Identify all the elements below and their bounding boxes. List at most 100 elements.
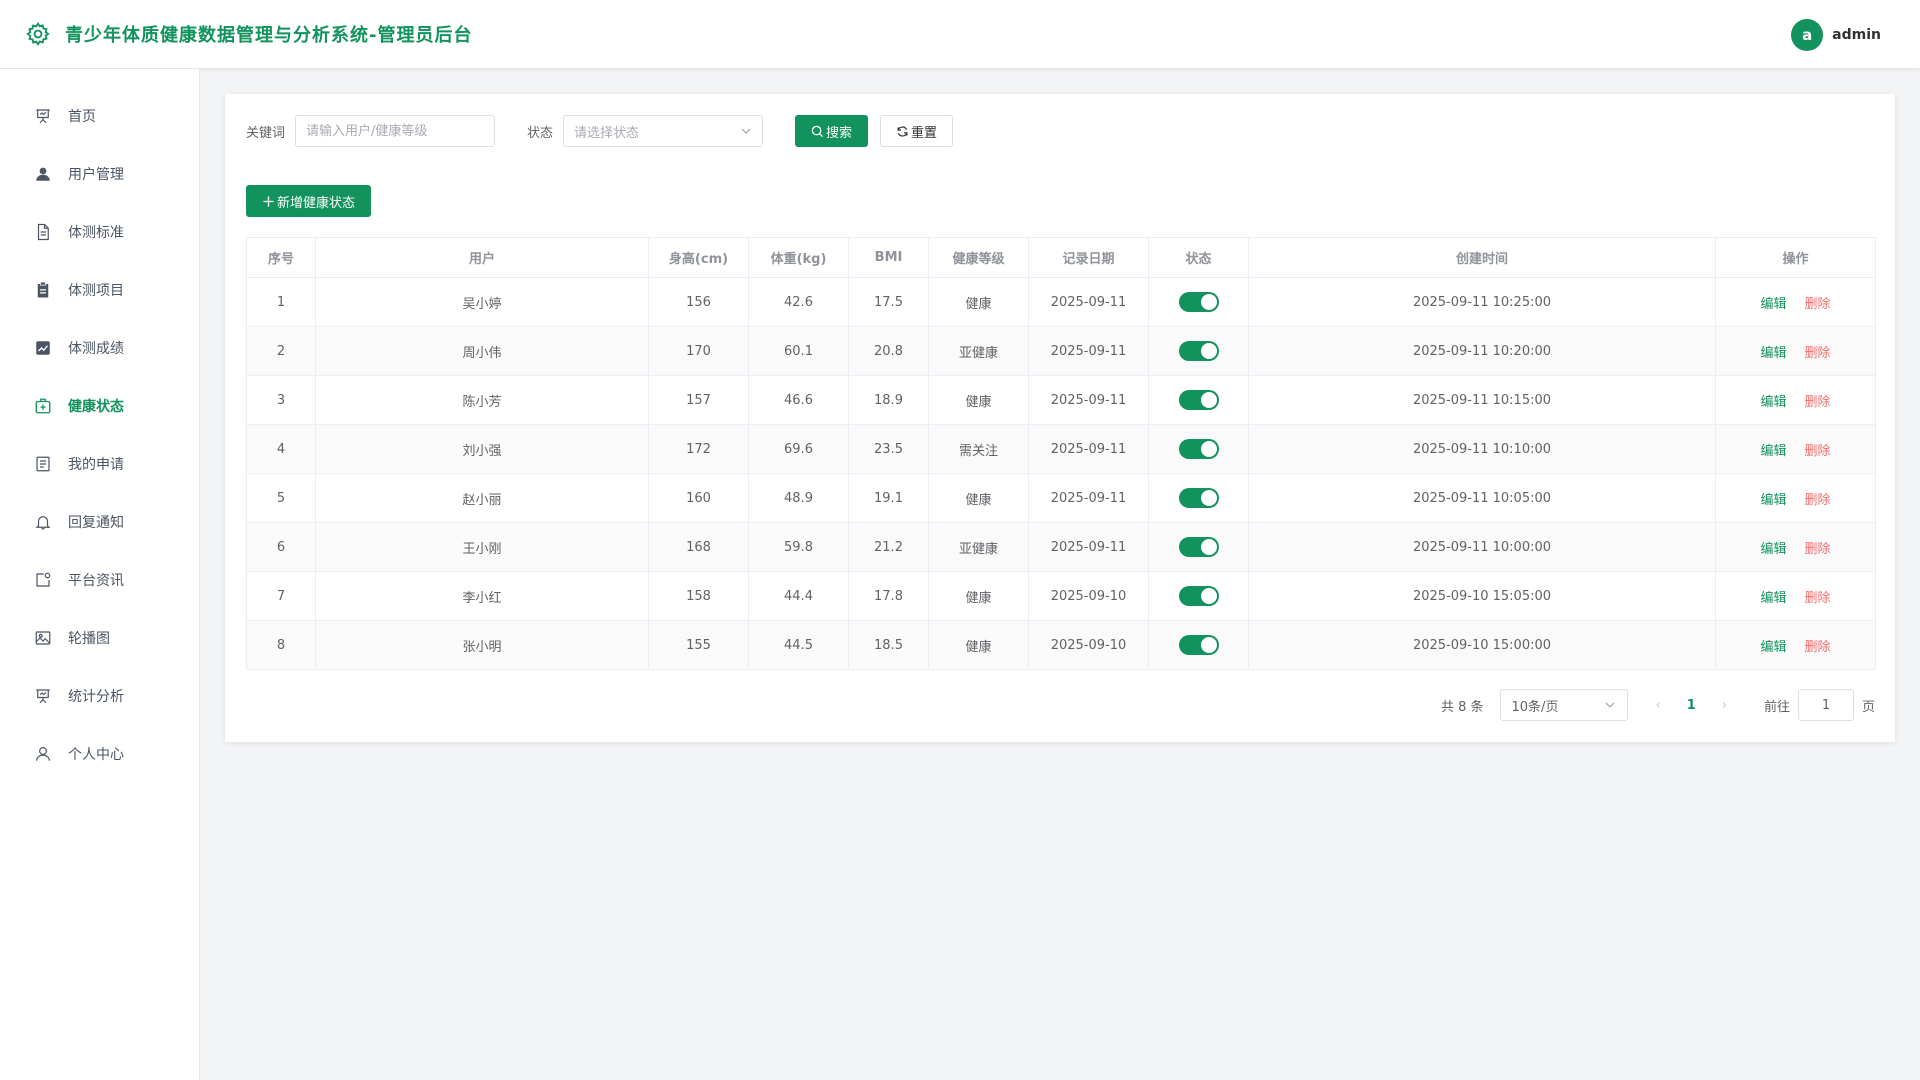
sidebar-item-applications[interactable]: 我的申请: [0, 435, 199, 493]
sidebar-item-health-status[interactable]: 健康状态: [0, 377, 199, 435]
delete-button[interactable]: 删除: [1805, 395, 1831, 410]
column-header: 身高(cm): [648, 237, 749, 278]
status-toggle[interactable]: [1178, 635, 1219, 655]
column-header: 记录日期: [1028, 237, 1149, 278]
column-header: 状态: [1148, 237, 1249, 278]
sidebar-item-label: 我的申请: [68, 457, 124, 473]
health-level: 亚健康: [928, 326, 1029, 376]
record-date: 2025-09-11: [1028, 424, 1149, 474]
prev-page-icon[interactable]: ‹: [1656, 698, 1661, 713]
sidebar-item-scores[interactable]: 体测成绩: [0, 319, 199, 377]
table-header-row: 序号 用户 身高(cm) 体重(kg) BMI 健康等级 记录日期 状态 创建时间 操作: [246, 237, 1876, 278]
weight-value: 59.8: [748, 522, 849, 572]
chevron-down-icon: [1605, 702, 1614, 708]
goto-page-input[interactable]: [1797, 689, 1854, 721]
sidebar: 首页 用户管理 体测标准 体测项目 体测成绩 健康状态 我的申请 回复通知 平台…: [0, 69, 200, 1080]
actions-cell: 编辑 删除: [1715, 620, 1876, 670]
status-toggle[interactable]: [1178, 341, 1219, 361]
user-name: 李小红: [315, 571, 649, 621]
sidebar-item-items[interactable]: 体测项目: [0, 261, 199, 319]
reset-button[interactable]: 重置: [880, 115, 954, 147]
filter-bar: 关键词 状态 请选择状态 搜索 重置: [246, 115, 954, 147]
weight-value: 46.6: [748, 375, 849, 425]
sidebar-item-notifications[interactable]: 回复通知: [0, 493, 199, 551]
actions-cell: 编辑 删除: [1715, 424, 1876, 474]
username[interactable]: admin: [1832, 27, 1881, 43]
sidebar-item-label: 体测项目: [68, 283, 124, 299]
actions-cell: 编辑 删除: [1715, 571, 1876, 621]
delete-button[interactable]: 删除: [1805, 493, 1831, 508]
health-level: 健康: [928, 620, 1029, 670]
table-row: 8 张小明 155 44.5 18.5 健康 2025-09-10 2025-09-10 15…: [246, 620, 1876, 670]
user-icon: [36, 167, 50, 181]
sidebar-item-news[interactable]: 平台资讯: [0, 551, 199, 609]
health-level: 健康: [928, 277, 1029, 327]
edit-button[interactable]: 编辑: [1760, 640, 1786, 655]
delete-button[interactable]: 删除: [1805, 346, 1831, 361]
weight-value: 44.4: [748, 571, 849, 621]
status-toggle[interactable]: [1178, 586, 1219, 606]
health-level: 需关注: [928, 424, 1029, 474]
edit-button[interactable]: 编辑: [1760, 542, 1786, 557]
sidebar-item-users[interactable]: 用户管理: [0, 145, 199, 203]
edit-button[interactable]: 编辑: [1760, 346, 1786, 361]
status-toggle[interactable]: [1178, 488, 1219, 508]
search-button-label: 搜索: [826, 125, 853, 141]
page-number-current[interactable]: 1: [1687, 698, 1696, 713]
user-outline-icon: [36, 747, 50, 761]
status-toggle[interactable]: [1178, 292, 1219, 312]
bmi-value: 17.5: [848, 277, 929, 327]
status-cell: [1148, 473, 1249, 523]
created-time: 2025-09-10 15:05:00: [1248, 571, 1716, 621]
picture-icon: [35, 631, 51, 645]
sidebar-item-standards[interactable]: 体测标准: [0, 203, 199, 261]
status-label: 状态: [527, 125, 554, 141]
record-date: 2025-09-11: [1028, 375, 1149, 425]
add-health-status-button[interactable]: 新增健康状态: [246, 185, 372, 217]
avatar[interactable]: a: [1791, 18, 1824, 51]
edit-button[interactable]: 编辑: [1760, 395, 1786, 410]
column-header: BMI: [848, 237, 929, 278]
delete-button[interactable]: 删除: [1805, 444, 1831, 459]
edit-button[interactable]: 编辑: [1760, 444, 1786, 459]
plus-icon: [263, 195, 274, 207]
table-row: 5 赵小丽 160 48.9 19.1 健康 2025-09-11 2025-09-11 10…: [246, 473, 1876, 523]
height-value: 168: [648, 522, 749, 572]
delete-button[interactable]: 删除: [1805, 591, 1831, 606]
edit-button[interactable]: 编辑: [1760, 591, 1786, 606]
record-date: 2025-09-11: [1028, 473, 1149, 523]
status-toggle[interactable]: [1178, 390, 1219, 410]
status-toggle[interactable]: [1178, 537, 1219, 557]
sidebar-item-statistics[interactable]: 统计分析: [0, 667, 199, 725]
sidebar-item-profile[interactable]: 个人中心: [0, 725, 199, 783]
status-cell: [1148, 571, 1249, 621]
user-menu[interactable]: a admin: [1791, 0, 1881, 69]
row-index: 8: [246, 620, 316, 670]
presentation-icon: [36, 689, 50, 704]
delete-button[interactable]: 删除: [1805, 297, 1831, 312]
created-time: 2025-09-11 10:15:00: [1248, 375, 1716, 425]
row-index: 2: [246, 326, 316, 376]
bell-icon: [35, 516, 51, 530]
status-select[interactable]: 请选择状态: [563, 115, 764, 147]
sidebar-item-home[interactable]: 首页: [0, 87, 199, 145]
weight-value: 60.1: [748, 326, 849, 376]
actions-cell: 编辑 删除: [1715, 277, 1876, 327]
column-header: 体重(kg): [748, 237, 849, 278]
status-cell: [1148, 326, 1249, 376]
delete-button[interactable]: 删除: [1805, 640, 1831, 655]
edit-button[interactable]: 编辑: [1760, 297, 1786, 312]
content-card: 关键词 状态 请选择状态 搜索 重置 新增健康状态 序号用户身高(cm)体重(k…: [225, 94, 1895, 742]
edit-button[interactable]: 编辑: [1760, 493, 1786, 508]
row-index: 6: [246, 522, 316, 572]
status-toggle[interactable]: [1178, 439, 1219, 459]
page-size-select[interactable]: 10条/页: [1499, 689, 1628, 721]
column-header: 健康等级: [928, 237, 1029, 278]
next-page-icon[interactable]: ›: [1722, 698, 1727, 713]
health-level: 健康: [928, 375, 1029, 425]
search-button[interactable]: 搜索: [795, 115, 869, 147]
chevron-down-icon: [741, 128, 751, 134]
sidebar-item-carousel[interactable]: 轮播图: [0, 609, 199, 667]
keyword-input[interactable]: [295, 115, 496, 147]
delete-button[interactable]: 删除: [1805, 542, 1831, 557]
